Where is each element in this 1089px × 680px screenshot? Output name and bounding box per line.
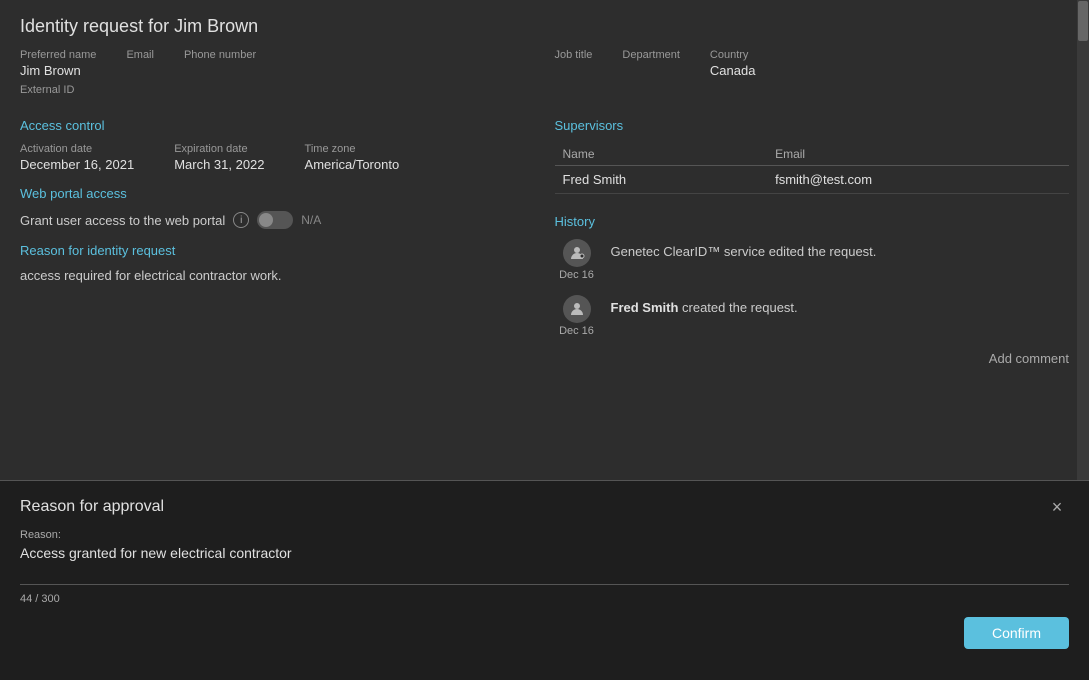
job-title-label: Job title	[555, 49, 593, 61]
modal-header: Reason for approval ×	[0, 481, 1089, 529]
access-control-row: Activation date December 16, 2021 Expira…	[20, 143, 535, 172]
service-avatar-icon	[563, 239, 591, 267]
phone-group: Phone number	[184, 49, 256, 78]
history-date-2: Dec 16	[559, 325, 594, 337]
country-value: Canada	[710, 63, 756, 78]
country-label: Country	[710, 49, 756, 61]
expiration-date-group: Expiration date March 31, 2022	[174, 143, 264, 172]
history-date-1: Dec 16	[559, 269, 594, 281]
left-col-top: Preferred name Jim Brown Email Phone num…	[20, 49, 535, 96]
expiration-date-value: March 31, 2022	[174, 157, 264, 172]
department-group: Department	[622, 49, 679, 78]
web-portal-title: Web portal access	[20, 186, 535, 201]
reason-text: access required for electrical contracto…	[20, 268, 535, 283]
scrollbar-thumb[interactable]	[1078, 1, 1088, 41]
country-group: Country Canada	[710, 49, 756, 78]
email-group: Email	[126, 49, 154, 78]
info-icon[interactable]: i	[233, 212, 249, 228]
access-control-title: Access control	[20, 118, 535, 133]
close-button[interactable]: ×	[1045, 495, 1069, 519]
supervisor-row: Fred Smith fsmith@test.com	[555, 166, 1070, 194]
activation-date-value: December 16, 2021	[20, 157, 134, 172]
preferred-name-group: Preferred name Jim Brown	[20, 49, 96, 78]
supervisor-name: Fred Smith	[555, 166, 768, 194]
web-portal-row: Grant user access to the web portal i N/…	[20, 211, 535, 229]
top-fields: Preferred name Jim Brown Email Phone num…	[20, 49, 1069, 96]
person-avatar-icon	[563, 295, 591, 323]
supervisors-title: Supervisors	[555, 118, 1070, 133]
external-id-label: External ID	[20, 84, 535, 96]
main-panel: Identity request for Jim Brown Preferred…	[0, 0, 1089, 480]
time-zone-label: Time zone	[305, 143, 400, 155]
reason-section-title: Reason for identity request	[20, 243, 535, 258]
history-item-2: Dec 16 Fred Smith created the request.	[555, 295, 1070, 337]
job-title-group: Job title	[555, 49, 593, 78]
modal-divider	[20, 584, 1069, 585]
preferred-name-label: Preferred name	[20, 49, 96, 61]
char-count: 44 / 300	[0, 589, 1089, 609]
web-portal-toggle[interactable]	[257, 211, 293, 229]
right-col-top: Job title Department Country Canada	[555, 49, 1070, 96]
modal-body: Reason:	[0, 529, 1089, 585]
right-col-main: Supervisors Name Email Fred Smith fsmith…	[555, 104, 1070, 366]
confirm-button[interactable]: Confirm	[964, 617, 1069, 649]
email-label: Email	[126, 49, 154, 61]
time-zone-value: America/Toronto	[305, 157, 400, 172]
identity-field-row: Preferred name Jim Brown Email Phone num…	[20, 49, 535, 78]
content-grid-main: Access control Activation date December …	[20, 104, 1069, 366]
history-action: created the request.	[678, 300, 797, 315]
department-label: Department	[622, 49, 679, 61]
reason-textarea[interactable]	[20, 545, 1069, 575]
reason-approval-modal: Reason for approval × Reason: 44 / 300 C…	[0, 480, 1089, 680]
time-zone-group: Time zone America/Toronto	[305, 143, 400, 172]
supervisor-email: fsmith@test.com	[767, 166, 1069, 194]
history-avatar-1: Dec 16	[555, 239, 599, 281]
add-comment-button[interactable]: Add comment	[555, 351, 1070, 366]
supervisors-col-email: Email	[767, 143, 1069, 166]
reason-section: Reason for identity request access requi…	[20, 243, 535, 283]
supervisors-col-name: Name	[555, 143, 768, 166]
history-title: History	[555, 214, 1070, 229]
history-text-2: Fred Smith created the request.	[611, 295, 798, 317]
left-col-main: Access control Activation date December …	[20, 104, 535, 366]
history-item-1: Dec 16 Genetec ClearID™ service edited t…	[555, 239, 1070, 281]
expiration-date-label: Expiration date	[174, 143, 264, 155]
content-grid-top: Preferred name Jim Brown Email Phone num…	[20, 49, 1069, 96]
scrollbar[interactable]	[1077, 0, 1089, 480]
page-title: Identity request for Jim Brown	[20, 16, 1069, 37]
web-portal-grant-label: Grant user access to the web portal	[20, 213, 225, 228]
job-field-row: Job title Department Country Canada	[555, 49, 1070, 78]
toggle-knob	[259, 213, 273, 227]
history-avatar-2: Dec 16	[555, 295, 599, 337]
modal-title: Reason for approval	[20, 498, 164, 516]
activation-date-group: Activation date December 16, 2021	[20, 143, 134, 172]
na-label: N/A	[301, 213, 321, 227]
preferred-name-value: Jim Brown	[20, 63, 96, 78]
history-text-1: Genetec ClearID™ service edited the requ…	[611, 239, 877, 261]
history-author: Fred Smith	[611, 300, 679, 315]
modal-footer: Confirm	[0, 609, 1089, 657]
reason-label: Reason:	[20, 529, 1069, 541]
activation-date-label: Activation date	[20, 143, 134, 155]
phone-label: Phone number	[184, 49, 256, 61]
supervisors-table: Name Email Fred Smith fsmith@test.com	[555, 143, 1070, 194]
